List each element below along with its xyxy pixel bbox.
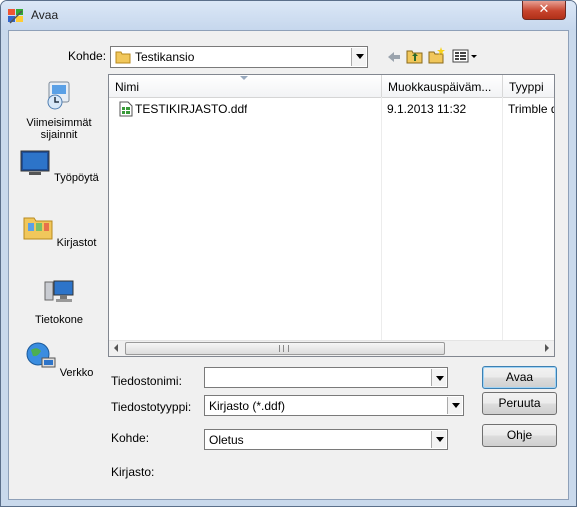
open-dialog-window: Avaa ✕ Kohde: Testikansio Viimeisimmät s…	[0, 0, 577, 507]
target-value: Oletus	[209, 433, 244, 447]
network-icon	[26, 342, 56, 368]
filename-label: Tiedostonimi:	[111, 374, 182, 388]
column-divider	[381, 97, 382, 340]
chevron-down-icon[interactable]	[447, 397, 462, 414]
filetype-combo[interactable]: Kirjasto (*.ddf)	[204, 395, 464, 416]
scroll-right-icon[interactable]	[545, 344, 549, 352]
close-icon: ✕	[538, 2, 550, 17]
chevron-down-icon[interactable]	[351, 48, 366, 66]
file-modified: 9.1.2013 11:32	[387, 102, 467, 116]
column-header-modified[interactable]: Muokkauspäiväm...	[382, 75, 503, 97]
desktop-icon	[20, 150, 50, 175]
scroll-thumb[interactable]	[125, 342, 445, 355]
place-label: Verkko	[59, 367, 94, 379]
place-recent[interactable]: Viimeisimmät sijainnit	[19, 79, 99, 141]
place-label: Viimeisimmät sijainnit	[26, 117, 92, 141]
file-name: TESTIKIRJASTO.ddf	[135, 102, 248, 116]
horizontal-scrollbar[interactable]	[109, 340, 554, 356]
new-folder-icon[interactable]	[428, 46, 446, 64]
chevron-down-icon[interactable]	[431, 369, 446, 386]
target-label: Kohde:	[111, 431, 150, 445]
target-combo[interactable]: Oletus	[204, 429, 448, 450]
help-button[interactable]: Ohje	[482, 424, 557, 447]
filetype-value: Kirjasto (*.ddf)	[209, 399, 286, 413]
file-icon	[119, 101, 133, 117]
libraries-icon	[23, 217, 53, 240]
dialog-body: Kohde: Testikansio Viimeisimmät sijainni…	[8, 30, 569, 500]
column-divider	[502, 97, 503, 340]
filetype-label: Tiedostotyyppi:	[111, 400, 192, 414]
library-label: Kirjasto:	[111, 465, 155, 479]
filename-input[interactable]	[207, 369, 429, 386]
look-in-label: Kohde:	[68, 49, 107, 63]
place-network[interactable]: Verkko	[19, 341, 99, 379]
place-label: Tietokone	[35, 314, 83, 326]
cancel-button[interactable]: Peruuta	[482, 392, 557, 415]
scroll-left-icon[interactable]	[114, 344, 118, 352]
place-computer[interactable]: Tietokone	[19, 276, 99, 326]
close-button[interactable]: ✕	[522, 1, 566, 20]
open-button[interactable]: Avaa	[482, 366, 557, 389]
computer-icon	[44, 280, 74, 302]
file-type: Trimble d	[508, 102, 554, 116]
look-in-value: Testikansio	[135, 50, 195, 64]
table-row[interactable]: TESTIKIRJASTO.ddf 9.1.2013 11:32 Trimble…	[109, 99, 554, 119]
file-list[interactable]: Nimi Muokkauspäiväm... Tyyppi TESTIKIRJA…	[108, 74, 555, 357]
place-label: Kirjastot	[56, 237, 97, 249]
recent-places-icon	[47, 81, 70, 110]
column-header-name[interactable]: Nimi	[109, 75, 382, 97]
folder-icon	[115, 51, 131, 64]
scroll-grip	[279, 345, 289, 352]
places-bar: Viimeisimmät sijainnit Työpöytä Kirjasto…	[19, 71, 99, 381]
title-bar[interactable]: Avaa ✕	[1, 1, 576, 30]
look-in-combo[interactable]: Testikansio	[110, 46, 368, 68]
window-title: Avaa	[31, 8, 59, 22]
back-arrow-icon[interactable]	[385, 48, 403, 66]
column-header-type[interactable]: Tyyppi	[503, 75, 554, 97]
view-menu-icon[interactable]	[452, 48, 480, 66]
list-header: Nimi Muokkauspäiväm... Tyyppi	[109, 75, 554, 98]
up-folder-icon[interactable]	[406, 47, 424, 65]
place-desktop[interactable]: Työpöytä	[19, 146, 99, 184]
app-icon	[8, 9, 23, 24]
place-label: Työpöytä	[54, 172, 99, 184]
chevron-down-icon[interactable]	[431, 431, 446, 448]
place-libraries[interactable]: Kirjastot	[19, 211, 99, 249]
filename-combo[interactable]	[204, 367, 448, 388]
